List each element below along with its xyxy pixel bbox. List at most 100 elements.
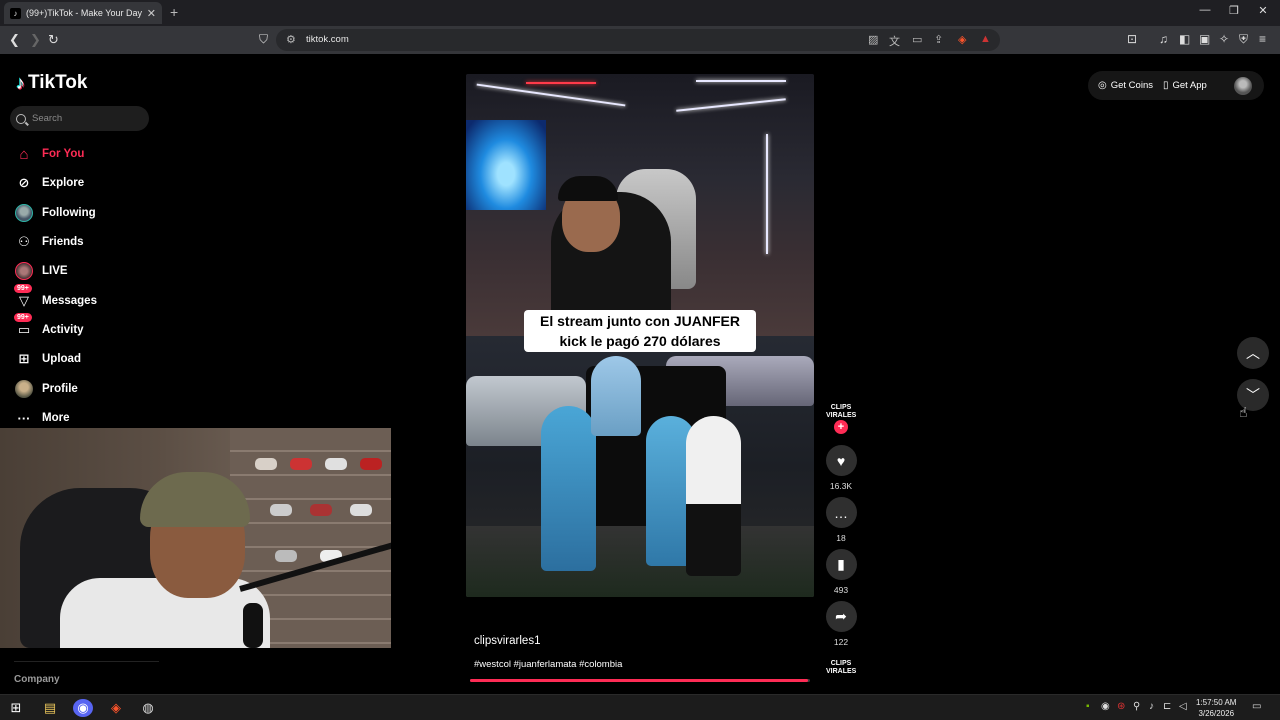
sidebar-item-more[interactable]: ··· More: [14, 407, 70, 429]
microphone-icon[interactable]: ♪: [1149, 701, 1154, 712]
video-progress-bar[interactable]: [470, 679, 810, 682]
sidebar-item-following[interactable]: Following: [14, 202, 96, 224]
video-top-scene: [466, 74, 814, 337]
save-action[interactable]: ▮ 493: [824, 549, 858, 595]
phone-icon: ▯: [1162, 80, 1169, 91]
sidebar-item-live[interactable]: LIVE: [14, 260, 68, 282]
chevron-up-icon: ︿: [1246, 345, 1260, 361]
obs-icon[interactable]: ◍: [138, 699, 158, 717]
wallet-icon[interactable]: ▣: [1199, 32, 1210, 46]
more-icon: ···: [17, 410, 31, 426]
usb-icon[interactable]: ⚲: [1133, 701, 1140, 712]
tab-title: (99+)TikTok - Make Your Day: [26, 8, 142, 18]
translate-icon[interactable]: 文: [889, 33, 900, 49]
minimize-button[interactable]: —: [1190, 4, 1220, 16]
back-icon[interactable]: ❮: [9, 32, 20, 48]
footer-company[interactable]: Company: [14, 674, 60, 685]
forward-icon[interactable]: ❯: [30, 32, 41, 48]
discord-tray-icon[interactable]: ◉: [1101, 701, 1110, 712]
video-player[interactable]: El stream junto con JUANFER kick le pagó…: [466, 74, 814, 597]
brave-shields-icon[interactable]: ◈: [958, 33, 966, 46]
video-hashtags[interactable]: #westcol #juanferlamata #colombia: [474, 659, 622, 670]
bookmark-icon[interactable]: ⛉: [259, 32, 268, 47]
top-right-actions: ◎ Get Coins ▯ Get App: [1088, 71, 1264, 100]
heart-icon[interactable]: ♥: [825, 445, 857, 476]
sidebar-item-activity[interactable]: ▭ 99+ Activity: [14, 313, 84, 341]
activity-badge: 99+: [14, 313, 32, 322]
webcam-overlay: [0, 428, 391, 648]
tiktok-favicon-icon: ♪: [10, 7, 21, 19]
leo-ai-icon[interactable]: ✧: [1219, 32, 1229, 46]
share-page-icon[interactable]: ⇪: [934, 33, 943, 46]
sidebar-item-for-you[interactable]: ⌂ For You: [14, 143, 84, 165]
site-info-icon[interactable]: ⚙: [286, 33, 296, 46]
user-avatar[interactable]: [1234, 77, 1252, 95]
clock[interactable]: 1:57:50 AM 3/26/2026: [1196, 697, 1236, 719]
menu-icon[interactable]: ≡: [1259, 32, 1266, 46]
logo-text: TikTok: [28, 72, 88, 93]
comment-action[interactable]: … 18: [824, 497, 858, 543]
music-disc-avatar[interactable]: CLIPS VIRALES: [826, 660, 856, 676]
video-bottom-scene: [466, 336, 814, 597]
sidebar-item-messages[interactable]: ▽ 99+ Messages: [14, 284, 97, 312]
windows-start-icon[interactable]: ⊞: [6, 699, 26, 717]
previous-video-button[interactable]: ︿: [1237, 337, 1269, 369]
address-bar[interactable]: ⚙ tiktok.com ▨ 文 ▭ ⇪ ◈ ▲: [276, 29, 1000, 51]
tab-close-icon[interactable]: ✕: [147, 7, 156, 20]
notifications-icon[interactable]: ▭: [1252, 701, 1261, 712]
brave-rewards-icon[interactable]: ▲: [980, 33, 991, 45]
clock-date: 3/26/2026: [1198, 709, 1235, 718]
video-author[interactable]: clipsvirarles1: [474, 635, 540, 647]
nvidia-icon[interactable]: ▪: [1086, 701, 1090, 712]
messages-badge: 99+: [14, 284, 32, 293]
clock-time: 1:57:50 AM: [1196, 698, 1237, 707]
sidebar-item-label: Explore: [42, 177, 85, 189]
browser-toolbar: ❮ ❯ ↻ ⛉ ⚙ tiktok.com ▨ 文 ▭ ⇪ ◈ ▲ ⊡ ♫ ◧ ▣…: [0, 26, 1280, 54]
reader-mode-icon[interactable]: ▨: [868, 33, 878, 46]
share-arrow-icon[interactable]: ➦: [825, 601, 857, 632]
file-explorer-icon[interactable]: ▤: [40, 699, 60, 717]
browser-tab[interactable]: ♪ (99+)TikTok - Make Your Day ✕: [4, 2, 162, 24]
friends-icon: ⚇: [18, 234, 30, 249]
sidebar-item-profile[interactable]: Profile: [14, 378, 78, 400]
browser-tabbar: ♪ (99+)TikTok - Make Your Day ✕ + — ❐ ✕: [0, 0, 1280, 26]
tab-search-icon[interactable]: ⊡: [1127, 32, 1137, 46]
cast-icon[interactable]: ▭: [912, 33, 922, 46]
bookmark-save-icon[interactable]: ▮: [825, 549, 857, 580]
like-action[interactable]: ♥ 16.3K: [824, 445, 858, 491]
hand-cursor-icon: ☝: [1239, 404, 1248, 420]
sidebar-item-label: Activity: [42, 324, 84, 336]
sidebar-item-explore[interactable]: ⊘ Explore: [14, 172, 85, 194]
vpn-icon[interactable]: ⛨: [1239, 32, 1248, 47]
get-app-button[interactable]: ▯ Get App: [1163, 80, 1207, 91]
antivirus-icon[interactable]: ⊛: [1117, 701, 1125, 712]
coin-icon: ◎: [1098, 80, 1107, 91]
ground: [466, 526, 814, 597]
activity-icon: ▭ 99+: [14, 313, 34, 340]
restore-button[interactable]: ❐: [1219, 4, 1249, 17]
media-icon[interactable]: ♫: [1159, 32, 1168, 46]
sidebar-item-friends[interactable]: ⚇ Friends: [14, 231, 83, 253]
reload-icon[interactable]: ↻: [48, 32, 59, 48]
get-coins-button[interactable]: ◎ Get Coins: [1098, 80, 1153, 91]
compass-icon: ⊘: [18, 175, 30, 190]
sidebar-item-upload[interactable]: ⊞ Upload: [14, 348, 81, 370]
discord-icon[interactable]: ◉: [73, 699, 93, 717]
sidebar-toggle-icon[interactable]: ◧: [1179, 32, 1190, 46]
fireplace-screen: [466, 120, 546, 210]
tiktok-logo[interactable]: ♪ TikTok: [16, 72, 87, 94]
volume-icon[interactable]: ◁: [1179, 701, 1187, 712]
caption-line-2: kick le pagó 270 dólares: [559, 333, 721, 349]
brave-icon[interactable]: ◈: [106, 699, 126, 717]
new-tab-button[interactable]: +: [170, 4, 178, 20]
sidebar-item-label: Upload: [42, 353, 81, 365]
channel-avatar[interactable]: CLIPS VIRALES: [826, 404, 856, 420]
caption-line-1: El stream junto con JUANFER: [540, 313, 740, 329]
url-text[interactable]: tiktok.com: [306, 34, 349, 45]
network-icon[interactable]: ⊏: [1163, 701, 1171, 712]
comment-icon[interactable]: …: [825, 497, 857, 528]
close-window-button[interactable]: ✕: [1248, 4, 1278, 17]
follow-button[interactable]: +: [834, 420, 848, 434]
search-input[interactable]: Search: [10, 106, 149, 131]
share-action[interactable]: ➦ 122: [824, 601, 858, 647]
